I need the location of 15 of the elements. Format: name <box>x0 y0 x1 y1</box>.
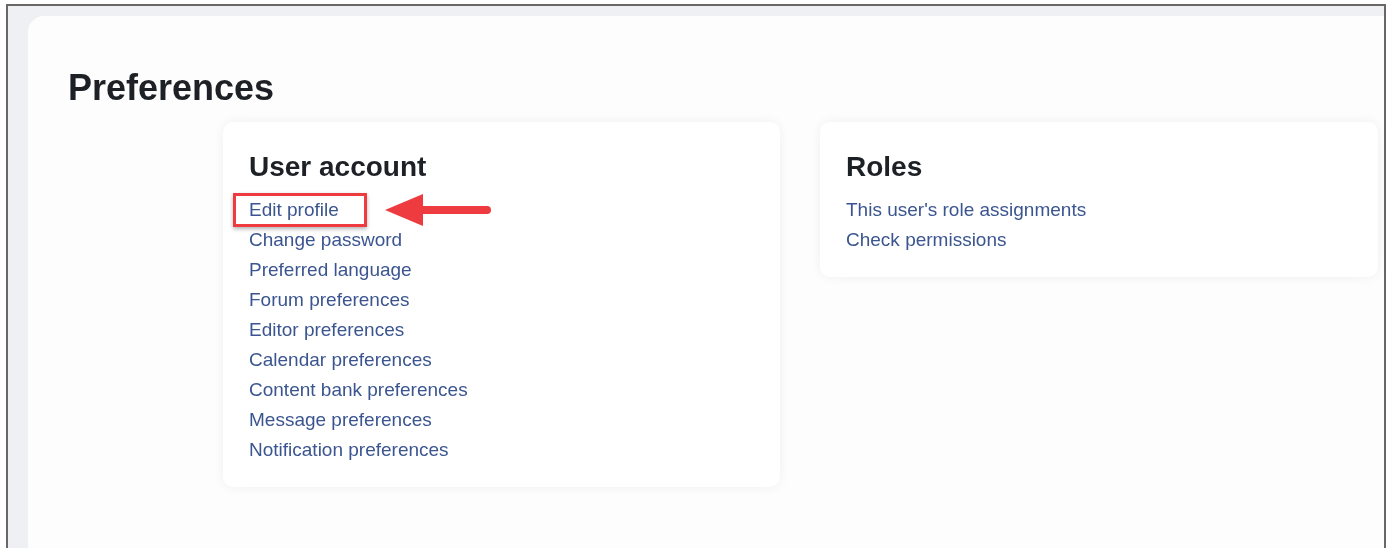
preference-link[interactable]: Notification preferences <box>249 439 449 461</box>
preference-link[interactable]: Forum preferences <box>249 289 410 311</box>
card-title: User account <box>249 149 428 184</box>
preference-link[interactable]: Content bank preferences <box>249 379 468 401</box>
preference-link[interactable]: Change password <box>249 229 403 251</box>
preference-link[interactable]: Preferred language <box>249 259 412 281</box>
preference-link[interactable]: Check permissions <box>846 229 1007 251</box>
arrow-icon <box>384 193 493 228</box>
preference-link[interactable]: Calendar preferences <box>249 349 432 371</box>
preference-link[interactable]: Edit profile <box>249 199 339 221</box>
page-title: Preferences <box>68 68 276 108</box>
card-title: Roles <box>846 149 924 184</box>
preference-link[interactable]: Editor preferences <box>249 319 405 341</box>
preference-link[interactable]: Message preferences <box>249 409 432 431</box>
preference-link[interactable]: This user's role assignments <box>846 199 1087 221</box>
